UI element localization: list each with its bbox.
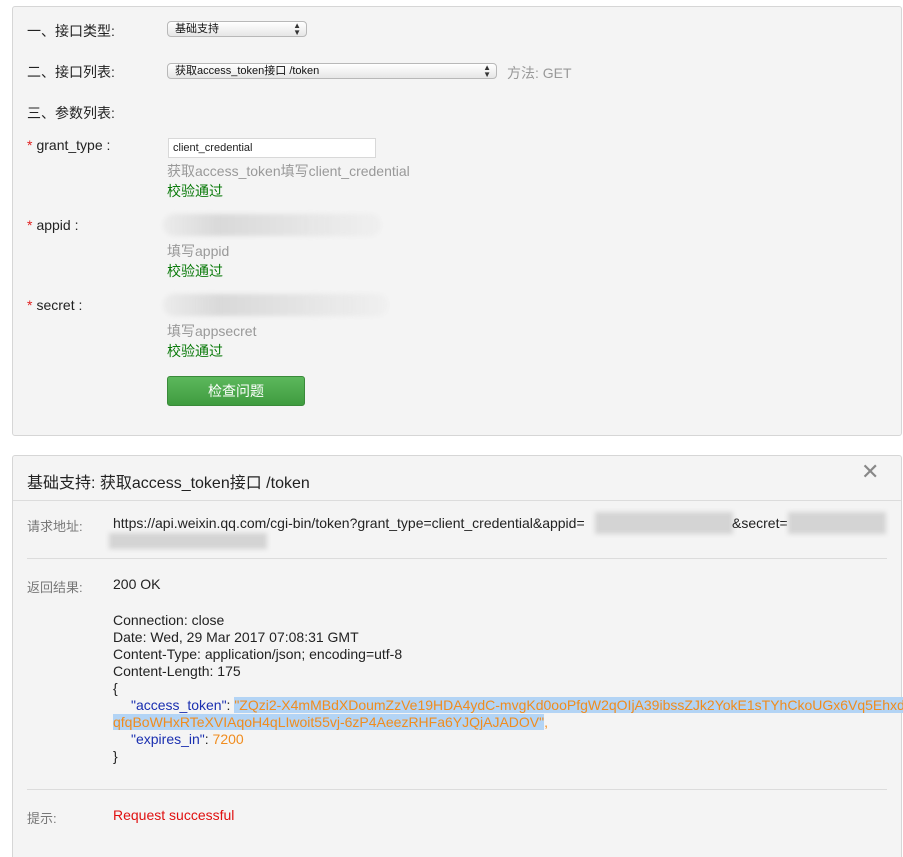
json-access-token-line: "access_token": "ZQzi2-X4mMBdXDoumZzVe19… [113,697,903,714]
section-divider [27,558,887,559]
header-line: Content-Type: application/json; encoding… [113,646,403,662]
secret-input-redacted[interactable] [163,294,388,316]
response-label: 返回结果: [27,580,83,595]
interface-type-value: 基础支持 [175,23,219,35]
required-mark: * [27,297,33,313]
appid-status: 校验通过 [167,263,223,279]
close-icon[interactable]: ✕ [861,459,879,485]
result-title: 基础支持: 获取access_token接口 /token [27,475,310,492]
response-headers: Connection: close Date: Wed, 29 Mar 2017… [113,612,903,765]
tip-text: Request successful [113,807,235,823]
status-line: 200 OK [113,576,161,592]
interface-list-value: 获取access_token接口 /token [175,65,320,77]
method-text: 方法: GET [507,65,572,81]
params-label: 三、参数列表: [27,105,115,121]
result-panel: 基础支持: 获取access_token接口 /token ✕ 请求地址: ht… [12,455,903,857]
request-url-secret-param: &secret= [732,515,788,531]
required-mark: * [27,137,33,153]
json-close-brace: } [113,748,118,764]
secret-redacted-continued [109,533,267,549]
json-expires-line: "expires_in": 7200 [131,731,244,747]
appid-hint: 填写appid [167,243,230,259]
json-access-token-line-2: qfqBoWHxRTeXVIAqoH4qLIwoit55vj-6zP4AeezR… [113,714,549,730]
appid-input-redacted[interactable] [163,214,381,236]
request-url-label: 请求地址: [27,519,83,534]
grant-type-input[interactable]: client_credential [168,138,376,158]
param-secret-label: * secret : [27,297,83,313]
interface-list-label: 二、接口列表: [27,64,115,80]
expires-in-value: 7200 [212,731,244,747]
grant-type-status: 校验通过 [167,183,223,199]
check-problem-button[interactable]: 检查问题 [167,376,305,406]
interface-debug-form: 一、接口类型: 基础支持 ▲ ▼ 二、接口列表: 获取access_token接口… [12,6,902,436]
interface-type-label: 一、接口类型: [27,23,115,39]
grant-type-hint: 获取access_token填写client_credential [167,163,410,179]
title-divider [13,500,901,501]
param-grant-type-label: * grant_type : [27,137,111,153]
header-line: Content-Length: 175 [113,663,241,679]
json-key: "expires_in" [131,731,205,747]
tip-label: 提示: [27,811,57,826]
select-arrows-icon: ▲ ▼ [483,63,491,79]
secret-redacted [788,512,886,534]
secret-hint: 填写appsecret [167,323,257,339]
header-line: Connection: close [113,612,225,628]
required-mark: * [27,217,33,233]
access-token-value-continued: qfqBoWHxRTeXVIAqoH4qLIwoit55vj-6zP4AeezR… [113,714,545,730]
header-line: Date: Wed, 29 Mar 2017 07:08:31 GMT [113,629,359,645]
interface-type-select[interactable]: 基础支持 ▲ ▼ [167,21,307,37]
request-url-text: https://api.weixin.qq.com/cgi-bin/token?… [113,515,585,531]
select-arrows-icon: ▲ ▼ [293,21,301,37]
secret-status: 校验通过 [167,343,223,359]
json-open-brace: { [113,680,118,696]
json-key: "access_token" [131,697,227,713]
interface-list-select[interactable]: 获取access_token接口 /token ▲ ▼ [167,63,497,79]
param-appid-label: * appid : [27,217,79,233]
section-divider [27,789,887,790]
appid-redacted [595,512,733,534]
access-token-value: "ZQzi2-X4mMBdXDoumZzVe19HDA4ydC-mvgKd0oo… [234,697,903,713]
